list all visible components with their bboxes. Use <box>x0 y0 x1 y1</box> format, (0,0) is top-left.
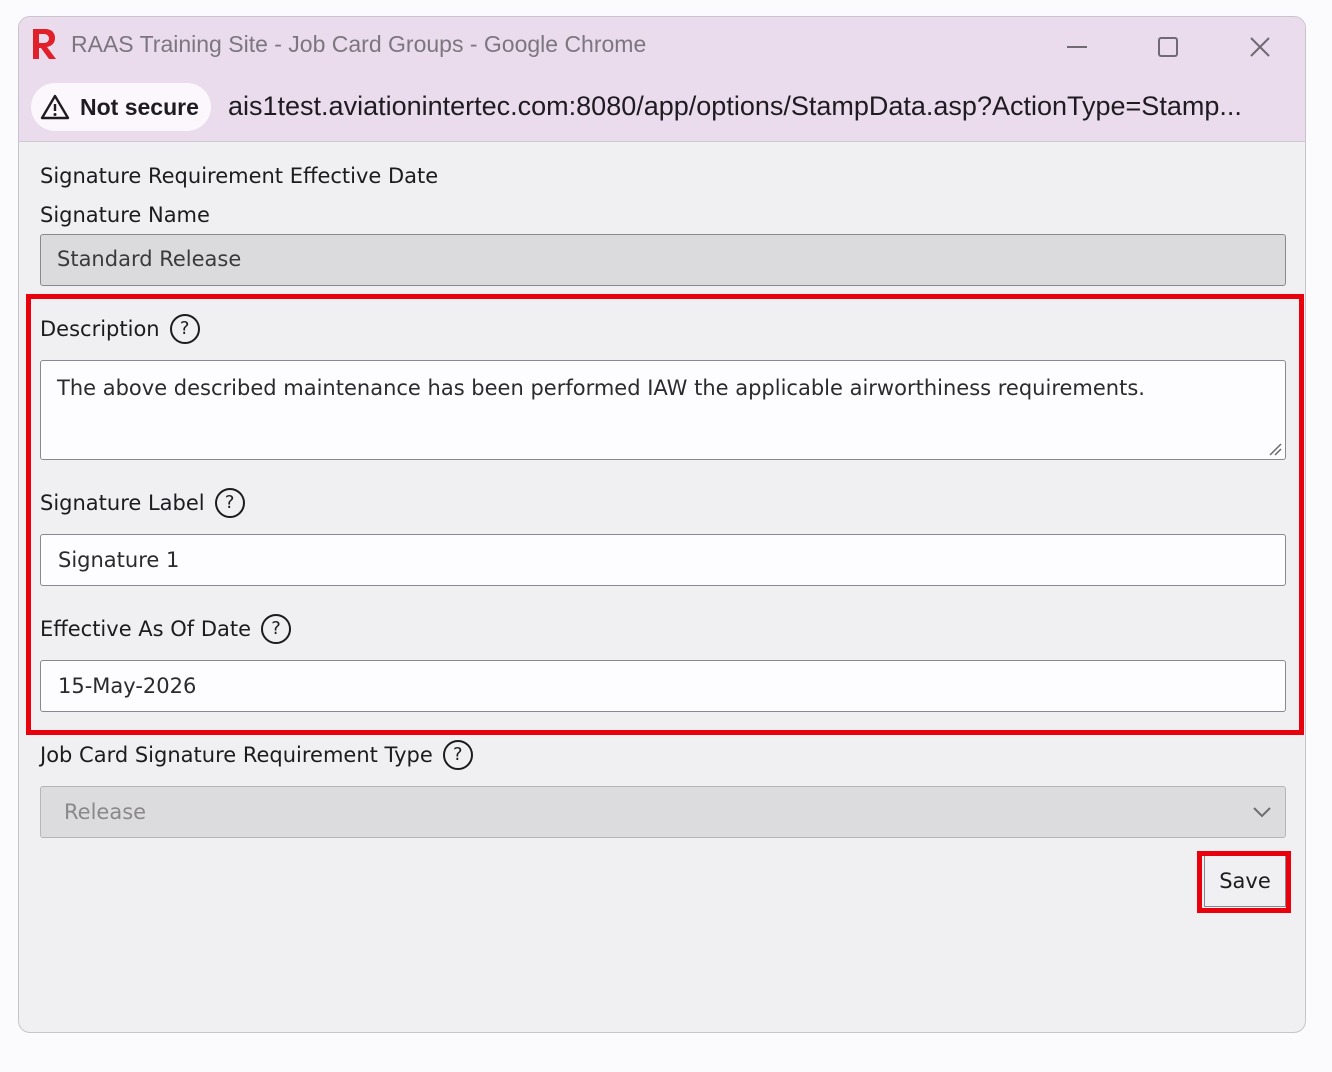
signature-label-value: Signature 1 <box>58 548 180 572</box>
browser-window: RAAS Training Site - Job Card Groups - G… <box>18 16 1306 1033</box>
page-content: Signature Requirement Effective Date Sig… <box>19 142 1305 1032</box>
maximize-icon[interactable] <box>1146 25 1190 69</box>
title-bar: RAAS Training Site - Job Card Groups - G… <box>19 17 1305 75</box>
raas-logo-icon <box>33 29 56 59</box>
description-label-row: Description ? <box>40 314 200 344</box>
close-icon[interactable] <box>1238 25 1282 69</box>
description-label: Description <box>40 317 160 341</box>
chevron-down-icon <box>1253 807 1271 818</box>
minimize-icon[interactable] <box>1055 25 1099 69</box>
effective-date-value: 15-May-2026 <box>58 674 197 698</box>
effective-date-help-icon[interactable]: ? <box>261 614 292 644</box>
signature-name-field: Standard Release <box>40 234 1286 286</box>
requirement-type-value: Release <box>64 800 147 824</box>
highlight-box-save <box>1197 851 1291 913</box>
security-indicator[interactable]: Not secure <box>31 83 211 131</box>
effective-date-label-row: Effective As Of Date ? <box>40 614 292 644</box>
effective-date-label: Effective As Of Date <box>40 617 252 641</box>
warning-icon <box>40 94 70 120</box>
description-textarea[interactable]: The above described maintenance has been… <box>40 360 1286 460</box>
signature-label-label: Signature Label <box>40 491 205 515</box>
signature-name-value: Standard Release <box>57 247 242 271</box>
requirement-type-label-row: Job Card Signature Requirement Type ? <box>40 740 473 770</box>
description-help-icon[interactable]: ? <box>169 314 200 344</box>
resize-handle-icon[interactable] <box>1268 442 1282 456</box>
security-label: Not secure <box>80 93 199 120</box>
description-value: The above described maintenance has been… <box>57 376 1145 400</box>
window-title: RAAS Training Site - Job Card Groups - G… <box>71 31 647 57</box>
section-title: Signature Requirement Effective Date <box>40 164 439 188</box>
url-text[interactable]: ais1test.aviationintertec.com:8080/app/o… <box>228 91 1242 122</box>
address-bar: Not secure ais1test.aviationintertec.com… <box>19 75 1305 142</box>
requirement-type-select[interactable]: Release <box>40 786 1286 838</box>
signature-label-input[interactable]: Signature 1 <box>40 534 1286 586</box>
effective-date-input[interactable]: 15-May-2026 <box>40 660 1286 712</box>
signature-label-help-icon[interactable]: ? <box>214 488 245 518</box>
requirement-type-label: Job Card Signature Requirement Type <box>40 743 433 767</box>
signature-name-label: Signature Name <box>40 203 210 227</box>
requirement-type-help-icon[interactable]: ? <box>442 740 473 770</box>
signature-label-row: Signature Label ? <box>40 488 245 518</box>
